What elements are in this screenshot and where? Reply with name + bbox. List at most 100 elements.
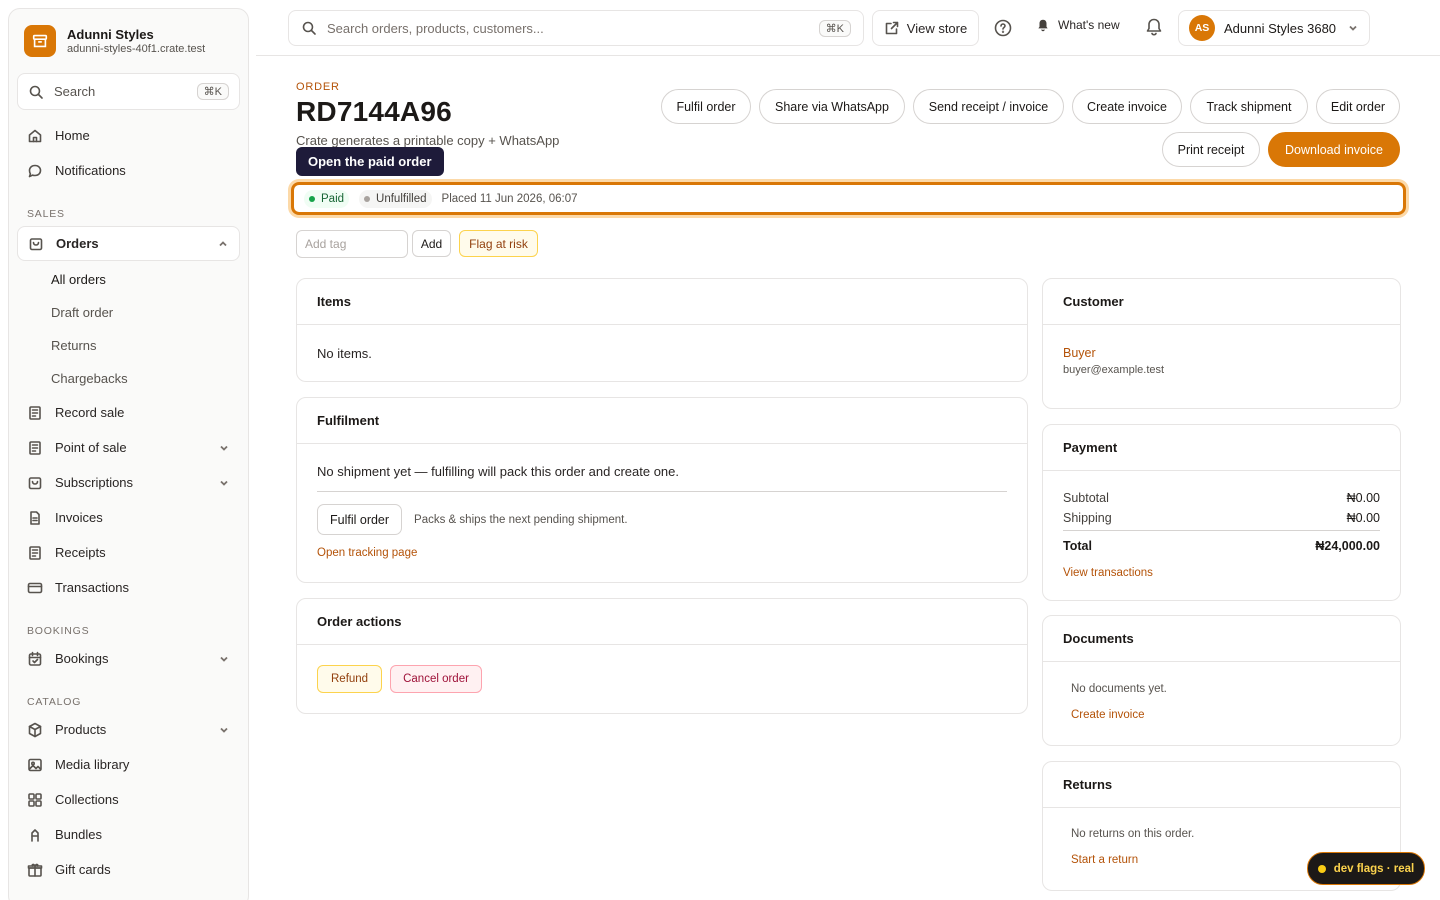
fulfil-hint: Packs & ships the next pending shipment.: [414, 513, 628, 526]
whats-new-button[interactable]: What's new: [1036, 18, 1120, 32]
sidebar-item-label: Point of sale: [55, 440, 127, 455]
create-invoice-button[interactable]: Create invoice: [1072, 89, 1182, 124]
open-tracking-link[interactable]: Open tracking page: [317, 547, 1007, 559]
status-dot: [309, 195, 315, 202]
status-badge-fulfilment: Unfulfilled: [359, 189, 432, 208]
topbar: Search orders, products, customers... ⌘K…: [256, 0, 1440, 56]
sidebar-item-notifications[interactable]: Notifications: [9, 153, 248, 188]
sidebar-item-bundles[interactable]: Bundles: [9, 817, 248, 852]
help-icon: [994, 19, 1012, 37]
store-name: Adunni Styles: [67, 27, 154, 42]
sidebar-item-home[interactable]: Home: [9, 118, 248, 153]
sidebar-item-label: Media library: [55, 757, 130, 772]
sidebar-item-label: Orders: [56, 236, 99, 251]
share-whatsapp-button[interactable]: Share via WhatsApp: [759, 89, 905, 124]
view-transactions-link[interactable]: View transactions: [1063, 567, 1380, 579]
bell-filled-icon: [1038, 19, 1048, 32]
add-tag-input[interactable]: [296, 230, 408, 258]
shipping-row: Shipping ₦0.00: [1063, 511, 1380, 531]
account-menu[interactable]: AS Adunni Styles 3680: [1178, 10, 1370, 46]
sidebar-item-point-of-sale[interactable]: Point of sale: [9, 430, 248, 465]
brand[interactable]: Adunni Styles adunni-styles-40f1.crate.t…: [9, 9, 248, 67]
receipt-icon: [29, 405, 41, 420]
search-placeholder: Search orders, products, customers...: [327, 20, 544, 36]
view-store-button[interactable]: View store: [872, 10, 979, 46]
status-badge-paid: Paid: [304, 189, 350, 208]
chevron-down-icon[interactable]: [218, 442, 230, 454]
subnav-chargebacks[interactable]: Chargebacks: [9, 362, 248, 395]
sidebar-item-label: Transactions: [55, 580, 129, 595]
sidebar-item-subscriptions[interactable]: Subscriptions: [9, 465, 248, 500]
fulfil-order-card-button[interactable]: Fulfil order: [317, 504, 403, 535]
calendar-icon: [28, 651, 42, 666]
fulfil-order-button[interactable]: Fulfil order: [661, 89, 751, 124]
status-paid-label: Paid: [321, 192, 345, 205]
sidebar-item-collections[interactable]: Collections: [9, 782, 248, 817]
global-search[interactable]: Search orders, products, customers... ⌘K: [288, 10, 864, 46]
sidebar-item-products[interactable]: Products: [9, 712, 248, 747]
edit-order-button[interactable]: Edit order: [1316, 89, 1400, 124]
sidebar-item-bookings[interactable]: Bookings: [9, 641, 248, 676]
section-bookings: BOOKINGS: [27, 625, 90, 637]
receipt-icon: [29, 545, 41, 560]
sidebar-item-label: Subscriptions: [55, 475, 134, 490]
cancel-order-button[interactable]: Cancel order: [390, 665, 482, 693]
tooltip: Open the paid order: [296, 147, 444, 176]
chevron-down-icon[interactable]: [218, 653, 230, 665]
external-link-icon: [885, 21, 899, 35]
fulfilment-message: No shipment yet — fulfilling will pack t…: [317, 444, 1007, 492]
send-receipt-button[interactable]: Send receipt / invoice: [913, 89, 1064, 124]
subtotal-value: ₦0.00: [1346, 491, 1380, 505]
order-status-bar[interactable]: Paid Unfulfilled Placed 11 Jun 2026, 06:…: [291, 182, 1406, 215]
sidebar-item-record-sale[interactable]: Record sale: [9, 395, 248, 430]
sidebar-item-invoices[interactable]: Invoices: [9, 500, 248, 535]
sidebar-item-receipts[interactable]: Receipts: [9, 535, 248, 570]
print-receipt-button[interactable]: Print receipt: [1162, 132, 1260, 167]
chevron-up-icon[interactable]: [217, 238, 229, 250]
dev-flags-badge[interactable]: dev flags · real: [1307, 852, 1425, 885]
subtotal-row: Subtotal ₦0.00: [1063, 491, 1380, 511]
chevron-down-icon[interactable]: [218, 724, 230, 736]
sidebar-item-gift-cards[interactable]: Gift cards: [9, 852, 248, 887]
status-dot: [364, 195, 371, 202]
card-title: Payment: [1043, 425, 1400, 471]
flag-at-risk-button[interactable]: Flag at risk: [459, 230, 538, 257]
image-icon: [28, 758, 42, 771]
customer-card: Customer Buyer buyer@example.test: [1042, 278, 1401, 409]
documents-card: Documents No documents yet. Create invoi…: [1042, 615, 1401, 746]
help-button[interactable]: [991, 16, 1015, 40]
sidebar-item-label: Bundles: [55, 827, 102, 842]
grid-icon: [28, 792, 42, 807]
shortcut-badge: ⌘K: [196, 83, 229, 100]
track-shipment-button[interactable]: Track shipment: [1190, 89, 1308, 124]
sidebar-item-media-library[interactable]: Media library: [9, 747, 248, 782]
status-fulfilment-label: Unfulfilled: [376, 192, 427, 205]
total-value: ₦24,000.00: [1315, 539, 1380, 553]
chevron-down-icon[interactable]: [218, 477, 230, 489]
subnav-returns[interactable]: Returns: [9, 329, 248, 362]
sidebar-item-transactions[interactable]: Transactions: [9, 570, 248, 605]
create-invoice-link[interactable]: Create invoice: [1071, 709, 1372, 721]
card-icon: [27, 582, 43, 593]
subnav-all-orders[interactable]: All orders: [9, 263, 248, 296]
status-dot: [1317, 864, 1326, 873]
chevron-down-icon: [1349, 25, 1357, 31]
notifications-button[interactable]: [1144, 17, 1164, 37]
bag-icon: [28, 476, 42, 489]
shipping-label: Shipping: [1063, 511, 1112, 525]
download-invoice-button[interactable]: Download invoice: [1268, 132, 1400, 167]
subnav-draft-order[interactable]: Draft order: [9, 296, 248, 329]
sidebar: Adunni Styles adunni-styles-40f1.crate.t…: [8, 8, 249, 900]
add-tag-button[interactable]: Add: [412, 230, 451, 257]
refund-button[interactable]: Refund: [317, 665, 383, 693]
card-title: Order actions: [297, 599, 1027, 645]
total-label: Total: [1063, 539, 1092, 553]
bag-icon: [29, 237, 43, 250]
customer-email: buyer@example.test: [1063, 364, 1165, 376]
customer-name-link[interactable]: Buyer: [1063, 346, 1380, 360]
home-icon: [28, 129, 42, 142]
sidebar-item-label: Notifications: [55, 163, 126, 178]
sidebar-item-label: Receipts: [55, 545, 106, 560]
sidebar-item-orders[interactable]: Orders: [17, 226, 240, 261]
sidebar-search[interactable]: Search ⌘K: [17, 73, 240, 110]
